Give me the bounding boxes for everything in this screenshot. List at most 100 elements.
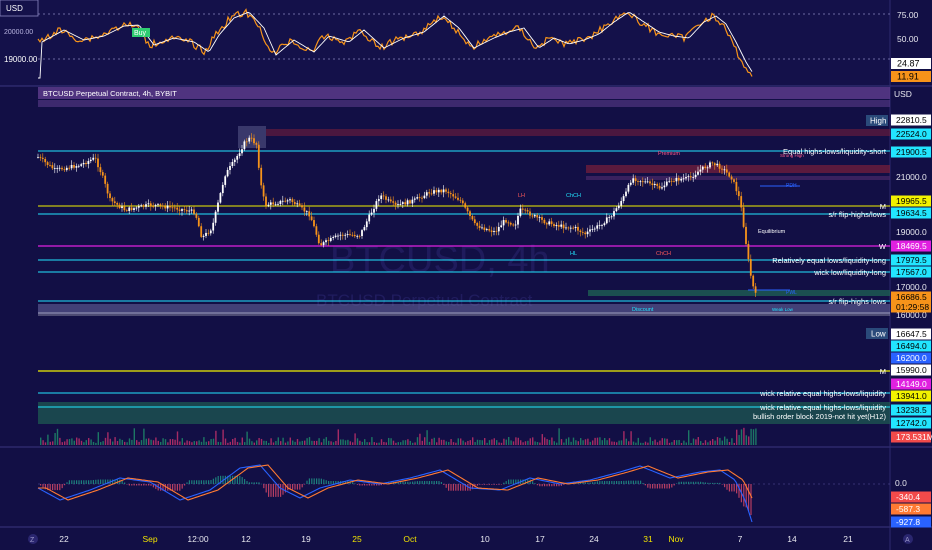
candle-body xyxy=(154,205,157,207)
volume-bar xyxy=(104,437,107,445)
volume-bar xyxy=(656,442,659,445)
macd-hist-bar xyxy=(102,479,104,484)
volume-bar xyxy=(253,442,255,445)
volume-bar xyxy=(136,440,138,445)
macd-hist-bar xyxy=(424,481,426,484)
date-label: 31 xyxy=(643,534,653,544)
macd-hist-bar xyxy=(364,484,366,486)
candle-body xyxy=(413,198,416,200)
candle-body xyxy=(85,162,87,165)
macd-hist-bar xyxy=(76,480,78,484)
candle-body xyxy=(610,216,613,218)
candle-body xyxy=(322,242,325,246)
candle-body xyxy=(183,209,186,211)
candle-body xyxy=(553,224,555,227)
candle-body xyxy=(557,225,560,227)
macd-zero-label: 0.0 xyxy=(895,478,907,488)
volume-bar xyxy=(721,440,723,445)
candle-body xyxy=(677,177,680,181)
macd-hist-bar xyxy=(61,484,63,489)
candle-body xyxy=(507,222,510,224)
volume-bar xyxy=(491,439,493,445)
volume-bar xyxy=(433,437,435,445)
macd-hist-bar xyxy=(59,484,61,491)
volume-bar xyxy=(395,442,397,445)
candle-body xyxy=(250,137,253,139)
candle-body xyxy=(80,164,83,166)
volume-bar xyxy=(54,433,56,445)
macd-hist-bar xyxy=(604,481,606,484)
candle-body xyxy=(296,203,299,205)
volume-bar xyxy=(599,437,601,445)
volume-bar xyxy=(469,440,471,445)
macd-hist-bar xyxy=(138,484,140,486)
candle-body xyxy=(99,167,102,173)
candle-body xyxy=(68,167,71,169)
candle-body xyxy=(229,166,231,170)
macd-hist-bar xyxy=(176,484,178,491)
volume-bar xyxy=(419,433,421,445)
volume-bar xyxy=(119,438,121,445)
candle-body xyxy=(344,234,347,236)
axis-tick-19000: 19000.0 xyxy=(896,227,927,237)
volume-bar xyxy=(325,437,327,445)
candle-body xyxy=(46,162,49,165)
macd-hist-bar xyxy=(659,484,661,489)
candle-body xyxy=(529,211,531,216)
volume-bar xyxy=(541,434,543,445)
volume-bar xyxy=(628,441,630,445)
macd-hist-bar xyxy=(83,480,85,484)
candle-body xyxy=(581,232,584,233)
macd-hist-bar xyxy=(320,478,322,484)
candle-body xyxy=(363,227,366,231)
volume-bar xyxy=(484,438,486,445)
volume-bar xyxy=(121,439,123,445)
candle-body xyxy=(358,235,361,237)
macd-hist-bar xyxy=(404,481,406,484)
candle-body xyxy=(106,183,109,194)
macd-tag-value: -340.4 xyxy=(896,492,920,502)
candle-body xyxy=(632,178,635,183)
volume-bar xyxy=(88,438,90,445)
volume-bar xyxy=(217,441,219,445)
volume-bar xyxy=(438,437,440,445)
candle-body xyxy=(488,229,491,231)
annotation-choch-2: ChCH xyxy=(656,251,671,257)
volume-bar xyxy=(606,440,608,445)
volume-bar xyxy=(572,437,575,445)
candle-body xyxy=(449,193,452,195)
volume-bar xyxy=(380,439,383,445)
macd-hist-bar xyxy=(448,484,450,491)
macd-hist-bar xyxy=(455,484,457,491)
macd-hist-bar xyxy=(373,484,375,486)
candle-body xyxy=(291,199,294,203)
candle-body xyxy=(243,141,246,150)
volume-bar xyxy=(652,441,654,445)
label-wick-equal-1: wick relative equal highs-lows/liquidity xyxy=(759,389,886,398)
candle-body xyxy=(262,185,265,197)
volume-bar xyxy=(131,439,133,445)
candle-body xyxy=(123,206,126,211)
volume-bar xyxy=(359,440,361,445)
trading-chart[interactable]: USD 20000.00 19000.00 Buy 75.00 50.00 24… xyxy=(0,0,932,550)
candle-body xyxy=(735,181,738,192)
candle-body xyxy=(718,163,721,169)
macd-hist-bar xyxy=(676,483,678,484)
candle-body xyxy=(605,217,608,224)
candle-body xyxy=(53,168,56,169)
macd-hist-bar xyxy=(258,482,260,484)
macd-hist-bar xyxy=(143,484,145,486)
macd-hist-bar xyxy=(100,479,102,484)
candle-body xyxy=(382,195,385,197)
macd-hist-bar xyxy=(445,484,447,488)
macd-hist-bar xyxy=(265,484,267,493)
volume-bar xyxy=(373,442,375,445)
volume-bar xyxy=(570,441,572,445)
volume-bar xyxy=(78,438,80,445)
bottom-gray-zone-line xyxy=(38,312,890,316)
low-label: Low xyxy=(871,330,886,339)
volume-bar xyxy=(109,438,111,445)
macd-hist-bar xyxy=(136,484,138,486)
volume-bar xyxy=(503,438,505,445)
candle-body xyxy=(675,177,678,182)
